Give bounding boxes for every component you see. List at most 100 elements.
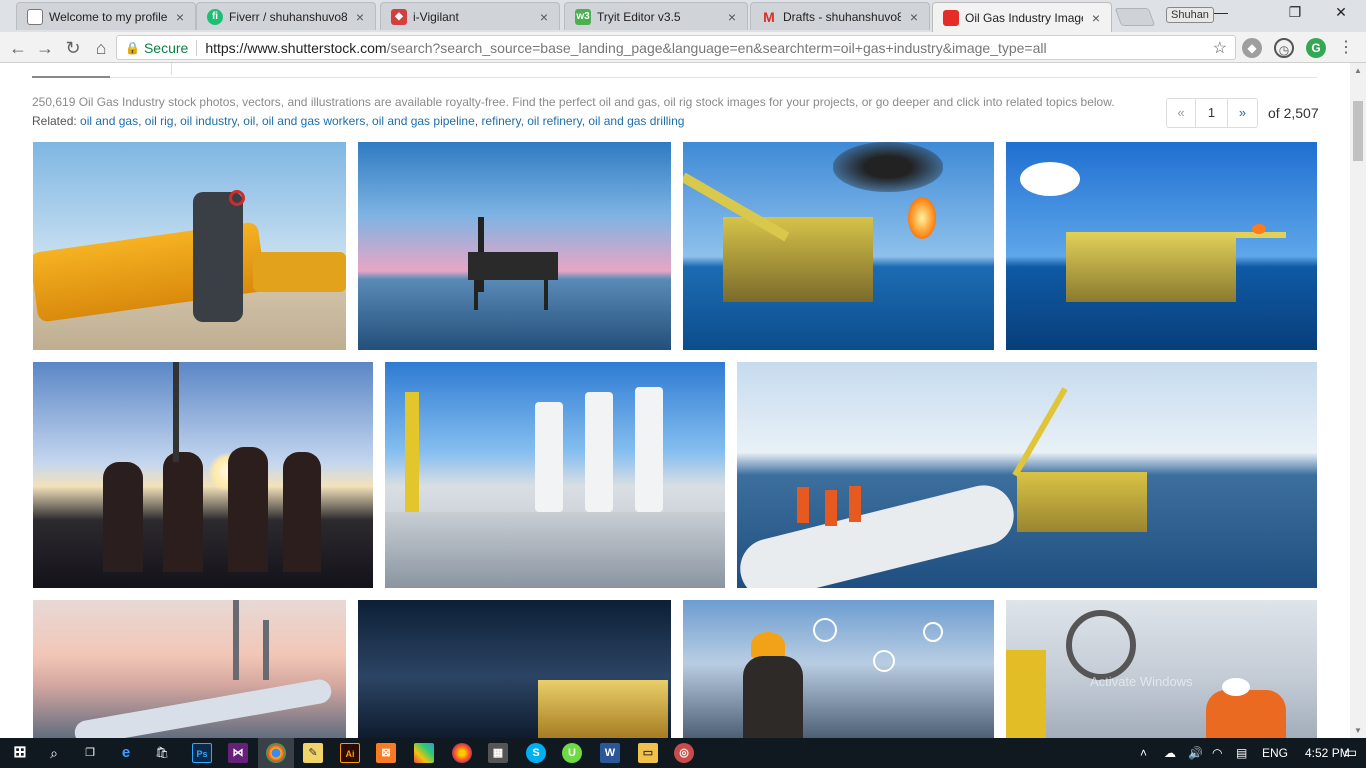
url-path: /search?search_source=base_landing_page&… — [386, 39, 1047, 56]
explorer-icon[interactable]: ▭ — [638, 743, 658, 763]
related-label: Related: — [32, 114, 77, 128]
history-icon[interactable]: ◷ — [1274, 38, 1294, 58]
related-link-refinery[interactable]: refinery — [481, 114, 520, 128]
related-link-oil-and-gas[interactable]: oil and gas — [80, 114, 138, 128]
grammarly-icon[interactable]: G — [1306, 38, 1326, 58]
firefox-icon[interactable] — [452, 743, 472, 763]
next-page-button[interactable]: » — [1228, 98, 1258, 128]
language-indicator[interactable]: ENG — [1262, 746, 1288, 760]
tab-welcome[interactable]: Welcome to my profile × — [16, 2, 196, 30]
related-link-oil-rig[interactable]: oil rig — [145, 114, 174, 128]
image-result-offshore-platform-blue-sky-photo[interactable] — [1006, 142, 1317, 350]
skype-icon[interactable]: S — [526, 743, 546, 763]
scroll-down-icon[interactable]: ▼ — [1354, 726, 1362, 735]
action-center-icon[interactable]: ▭ — [1344, 744, 1357, 761]
image-result-engineer-with-valves-photo[interactable] — [1006, 600, 1317, 738]
close-icon[interactable]: × — [537, 9, 551, 25]
store-icon[interactable]: 🛍 — [152, 743, 172, 763]
related-link-oil[interactable]: oil — [243, 114, 255, 128]
hardhat-shape — [1222, 678, 1250, 696]
forward-icon[interactable]: → — [33, 36, 57, 60]
close-icon[interactable]: × — [353, 9, 367, 25]
menu-icon[interactable]: ⋮ — [1336, 38, 1356, 58]
tab-ivigilant[interactable]: ◆ i-Vigilant × — [380, 2, 560, 30]
close-icon[interactable]: × — [1089, 10, 1103, 26]
related-link-oil-and-gas-workers[interactable]: oil and gas workers — [262, 114, 365, 128]
page-number-input[interactable]: 1 — [1196, 98, 1228, 128]
hud-icon — [923, 622, 943, 642]
paint-icon[interactable] — [414, 743, 434, 763]
network-icon[interactable]: ☁ — [1164, 746, 1176, 760]
page-count: of 2,507 — [1268, 105, 1319, 121]
image-result-platform-night-sky-photo[interactable] — [358, 600, 671, 738]
worker-shape — [825, 490, 837, 526]
search-results-page: 250,619 Oil Gas Industry stock photos, v… — [0, 63, 1350, 738]
scroll-thumb[interactable] — [1353, 101, 1363, 161]
app-icon[interactable]: ◎ — [674, 743, 694, 763]
close-icon[interactable]: × — [173, 9, 187, 25]
notepad-icon[interactable]: ✎ — [303, 743, 323, 763]
results-summary: 250,619 Oil Gas Industry stock photos, v… — [32, 95, 1115, 109]
tab-strip: Welcome to my profile × fi Fiverr / shuh… — [0, 0, 1366, 32]
crane-shape — [1012, 387, 1068, 477]
new-tab-button[interactable] — [1114, 8, 1156, 26]
ivigilant-icon: ◆ — [391, 8, 407, 25]
upwork-icon[interactable]: U — [562, 743, 582, 763]
related-link-oil-and-gas-drilling[interactable]: oil and gas drilling — [588, 114, 684, 128]
active-tab-underline — [32, 76, 110, 78]
url-host: https://www.shutterstock.com — [205, 39, 387, 56]
bookmark-star-icon[interactable]: ☆ — [1213, 38, 1227, 58]
pipe-shape — [1006, 650, 1046, 738]
flare-shape — [1252, 224, 1266, 234]
xampp-icon[interactable]: ⊠ — [376, 743, 396, 763]
edge-icon[interactable]: e — [116, 743, 136, 763]
start-icon[interactable]: ⊞ — [10, 743, 30, 763]
task-view-icon[interactable]: ❐ — [80, 743, 100, 763]
page-scrollbar[interactable]: ▲ ▼ — [1350, 63, 1366, 738]
scroll-up-icon[interactable]: ▲ — [1354, 66, 1362, 75]
chevron-up-icon[interactable]: ˄ — [1140, 746, 1147, 760]
image-result-workers-on-offshore-platform-photo[interactable] — [737, 362, 1317, 588]
related-link-oil-refinery[interactable]: oil refinery — [527, 114, 581, 128]
tab-shutterstock[interactable]: Oil Gas Industry Images × — [932, 2, 1112, 32]
related-link-oil-and-gas-pipeline[interactable]: oil and gas pipeline — [372, 114, 475, 128]
close-icon[interactable]: × — [907, 9, 921, 25]
lock-icon: 🔒 — [125, 40, 140, 55]
restore-icon[interactable]: ❐ — [1280, 4, 1310, 24]
chrome-icon[interactable] — [266, 743, 286, 763]
tab-tryit[interactable]: w3 Tryit Editor v3.5 × — [564, 2, 748, 30]
volume-icon[interactable]: 🔊 — [1188, 746, 1203, 760]
tab-gmail[interactable]: M Drafts - shuhanshuvo85 × — [750, 2, 930, 30]
image-result-pipelines-dusk-photo[interactable] — [33, 600, 346, 738]
image-result-oil-rig-sunset-sea-photo[interactable] — [358, 142, 671, 350]
notification-icon[interactable]: ▤ — [1236, 746, 1247, 760]
reload-icon[interactable]: ↻ — [61, 36, 85, 60]
tab-fiverr[interactable]: fi Fiverr / shuhanshuvo85 × — [196, 2, 376, 30]
related-link-oil-industry[interactable]: oil industry — [180, 114, 236, 128]
image-result-oil-workers-silhouette-photo[interactable] — [33, 362, 373, 588]
close-window-icon[interactable]: ✕ — [1326, 4, 1356, 24]
back-icon[interactable]: ← — [6, 36, 30, 60]
image-result-engineer-digital-overlay-photo[interactable] — [683, 600, 994, 738]
close-icon[interactable]: × — [725, 9, 739, 25]
wifi-icon[interactable]: ◠ — [1212, 746, 1222, 760]
image-result-white-refinery-tanks-photo[interactable] — [385, 362, 725, 588]
prev-page-button[interactable]: « — [1166, 98, 1196, 128]
home-icon[interactable]: ⌂ — [89, 36, 113, 60]
pipe-shape — [737, 479, 1021, 588]
w3schools-icon: w3 — [575, 8, 591, 25]
clock[interactable]: 4:52 PM — [1305, 746, 1350, 760]
extension-icon[interactable]: ◆ — [1242, 38, 1262, 58]
platform-lights-shape — [538, 680, 668, 738]
illustrator-icon[interactable]: Ai — [340, 743, 360, 763]
image-result-offshore-platform-flare-photo[interactable] — [683, 142, 994, 350]
search-icon[interactable]: ⌕ — [44, 743, 64, 763]
minimize-icon[interactable]: — — [1206, 4, 1236, 24]
visual-studio-icon[interactable]: ⋈ — [228, 743, 248, 763]
image-result-yellow-pipeline-valve-photo[interactable] — [33, 142, 346, 350]
word-icon[interactable]: W — [600, 743, 620, 763]
photoshop-icon[interactable]: Ps — [192, 743, 212, 763]
media-icon[interactable]: ▦ — [488, 743, 508, 763]
address-bar[interactable]: 🔒 Secure https://www.shutterstock.com /s… — [116, 35, 1236, 60]
valve-wheel-shape — [1066, 610, 1136, 680]
